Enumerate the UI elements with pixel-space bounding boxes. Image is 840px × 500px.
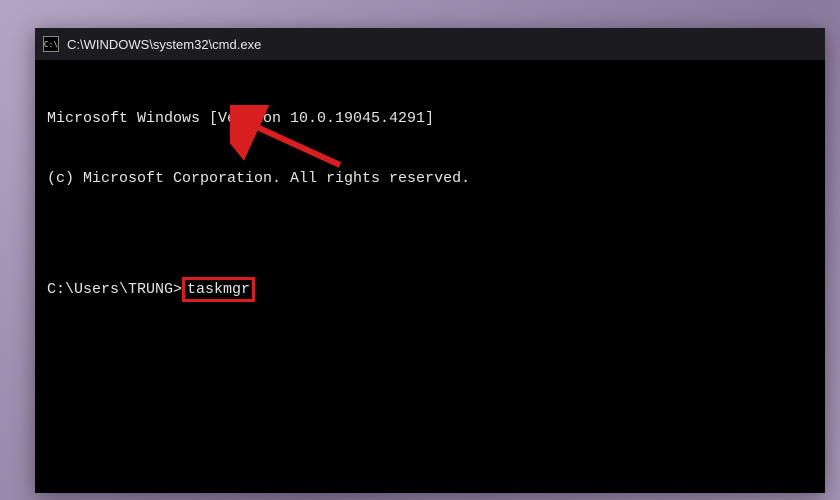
terminal-area[interactable]: Microsoft Windows [Version 10.0.19045.42… — [35, 60, 825, 493]
cmd-window: C:\ C:\WINDOWS\system32\cmd.exe Microsof… — [35, 28, 825, 493]
prompt-text: C:\Users\TRUNG> — [47, 280, 182, 300]
cmd-icon-label: C:\ — [44, 40, 58, 49]
command-highlight: taskmgr — [182, 277, 255, 303]
prompt-line: C:\Users\TRUNG> taskmgr — [47, 277, 813, 303]
version-line: Microsoft Windows [Version 10.0.19045.42… — [47, 109, 813, 129]
titlebar[interactable]: C:\ C:\WINDOWS\system32\cmd.exe — [35, 28, 825, 60]
copyright-line: (c) Microsoft Corporation. All rights re… — [47, 169, 813, 189]
window-title: C:\WINDOWS\system32\cmd.exe — [67, 37, 261, 52]
cmd-icon: C:\ — [43, 36, 59, 52]
command-text: taskmgr — [187, 281, 250, 298]
